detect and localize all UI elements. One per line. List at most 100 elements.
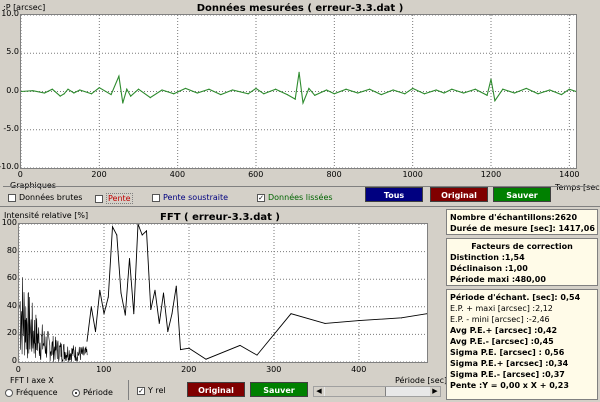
info-panel: Nombre d'échantillons:2620 Durée de mesu… (446, 209, 598, 235)
scroll-thumb[interactable] (325, 387, 386, 396)
checkbox-donnees-lissees[interactable]: ✓ Données lissées (257, 193, 333, 202)
top-series-point (392, 89, 394, 91)
stat-line: Sigma P.E. [arcsec] : 0,56 (450, 348, 565, 357)
fft-ytick-label: 20 (6, 328, 17, 338)
fft-series-point (167, 331, 169, 333)
top-series-point (549, 89, 551, 91)
top-series-point (73, 92, 75, 94)
top-series-point (173, 93, 175, 95)
top-chart-title: Données mesurées ( erreur-3.3.dat ) (196, 3, 404, 14)
fft-series-point (90, 306, 92, 308)
top-xtick-label: 0 (17, 170, 23, 179)
top-series-point (423, 93, 426, 95)
top-series-point (63, 93, 65, 95)
fft-xlabel: Période [sec] (395, 376, 448, 385)
fft-series-point (124, 314, 126, 316)
fft-xtick-label: 400 (351, 365, 367, 374)
top-series-point (149, 97, 151, 99)
top-series-point (137, 88, 140, 90)
fft-series-point (95, 331, 96, 333)
sauver-button[interactable]: Sauver (493, 187, 551, 202)
scroll-left-arrow[interactable]: ◀ (314, 387, 324, 396)
fft-scrollbar[interactable]: ◀ ▶ (313, 386, 441, 397)
top-series-point (357, 92, 359, 94)
fft-xtick-label: 0 (15, 365, 21, 374)
nb-echantillons: Nombre d'échantillons:2620 (450, 213, 578, 222)
stat-line: Sigma P.E.- [arcsec] :0,37 (450, 370, 565, 379)
top-ytick-label: -5.0 (3, 123, 19, 133)
top-series-point (560, 93, 563, 96)
top-series-point (462, 92, 465, 94)
fft-sauver-button[interactable]: Sauver (250, 382, 308, 397)
stats-panel: Période d'échant. [sec]: 0,54 E.P. + max… (446, 289, 598, 400)
checkbox-box[interactable] (8, 193, 16, 202)
top-series-point (333, 93, 335, 95)
top-xtick-label: 200 (91, 170, 107, 179)
fft-ytick-label: 100 (1, 218, 17, 227)
top-series-point (308, 87, 310, 90)
checkbox-box[interactable]: ✓ (137, 386, 145, 395)
top-series-point (404, 93, 406, 95)
top-series-point (314, 94, 316, 96)
fft-xtick-label: 200 (181, 365, 197, 374)
original-button[interactable]: Original (430, 187, 488, 202)
checkbox-box[interactable] (95, 194, 103, 203)
checkbox-box[interactable] (152, 193, 160, 202)
checkbox-label: Pente soustraite (163, 193, 229, 202)
top-series-point (502, 88, 504, 90)
stat-line: Sigma P.E.+ [arcsec] :0,34 (450, 359, 569, 368)
top-series-point (51, 88, 53, 90)
checkbox-label: Données lissées (268, 193, 333, 202)
radio-periode[interactable]: Période (72, 388, 113, 397)
duree-mesure: Durée de mesure [sec]: 1417,06 (450, 224, 595, 233)
top-series-point (486, 94, 488, 96)
fft-series-point (99, 289, 101, 291)
radio-label: Fréquence (16, 388, 58, 397)
fft-original-button[interactable]: Original (187, 382, 245, 397)
top-series-point (220, 93, 222, 96)
fft-series-point (256, 354, 258, 356)
top-ytick-label: 5.0 (6, 47, 19, 57)
stat-line: Pente :Y = 0,00 x X + 0,23 (450, 381, 569, 390)
top-series-point (110, 93, 112, 96)
checkbox-box[interactable]: ✓ (257, 193, 265, 202)
stat-line: Avg P.E.- [arcsec] :0,45 (450, 337, 554, 346)
top-series-point (443, 92, 445, 94)
top-series-point (294, 98, 296, 100)
fft-noise-trace (19, 277, 88, 362)
fft-series-point (324, 322, 326, 324)
fft-ytick-label: 40 (6, 300, 17, 310)
checkbox-y-rel[interactable]: ✓ Y rel (137, 386, 166, 395)
top-series-point (247, 93, 249, 95)
fft-series-point (175, 285, 177, 287)
top-series-point (161, 89, 163, 91)
top-xtick-label: 1000 (402, 170, 423, 179)
fft-series-point (180, 349, 181, 351)
top-series-point (451, 88, 453, 90)
checkbox-pente[interactable]: Pente (95, 193, 133, 204)
top-xtick-label: 1400 (559, 170, 580, 179)
radio-frequence[interactable]: Fréquence (5, 388, 58, 397)
fft-series-point (290, 313, 292, 315)
stat-line: Période d'échant. [sec]: 0,54 (450, 293, 581, 302)
checkbox-donnees-brutes[interactable]: Données brutes (8, 193, 82, 202)
fft-ytick-label: 60 (6, 273, 17, 283)
top-series-point (130, 95, 132, 97)
radio-button[interactable] (72, 388, 80, 397)
checkbox-pente-soustraite[interactable]: Pente soustraite (152, 193, 228, 202)
top-ytick-label: 10.0 (1, 9, 19, 18)
top-series-point (32, 90, 34, 92)
tous-button[interactable]: Tous (365, 187, 423, 202)
top-xtick-label: 1200 (480, 170, 502, 179)
top-series-point (126, 88, 128, 90)
top-series-point (90, 93, 93, 95)
radio-button[interactable] (5, 388, 13, 397)
scroll-right-arrow[interactable]: ▶ (430, 387, 440, 396)
top-series-point (302, 102, 304, 104)
correction-header: Facteurs de correction (471, 242, 573, 251)
top-series-point (298, 71, 300, 73)
declinaison-value: Déclinaison :1,00 (450, 264, 528, 273)
top-series-point (274, 88, 277, 90)
stat-line: E.P. - mini [arcsec] :-2,46 (450, 315, 550, 324)
fft-ytick-label: 0 (11, 356, 17, 365)
